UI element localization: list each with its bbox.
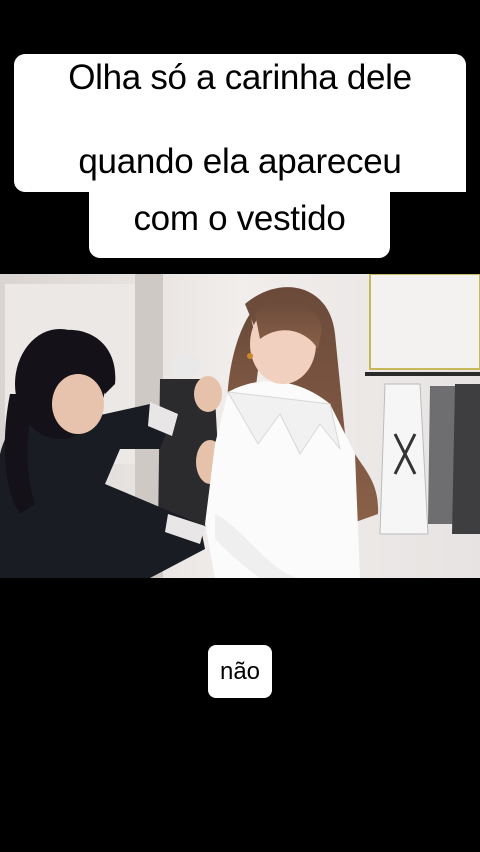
video-scene-illustration	[0, 274, 480, 578]
caption-line2: quando ela apareceu	[78, 142, 402, 181]
caption-box-line1: Olha só a carinha dele	[14, 54, 466, 138]
caption-line1: Olha só a carinha dele	[68, 58, 412, 97]
caption-line3: com o vestido	[133, 199, 346, 238]
video-frame[interactable]	[0, 274, 480, 578]
caption-box-line2: quando ela apareceu	[14, 130, 466, 192]
caption-box-line3: com o vestido	[89, 186, 390, 258]
video-subtitle: não	[208, 645, 272, 698]
